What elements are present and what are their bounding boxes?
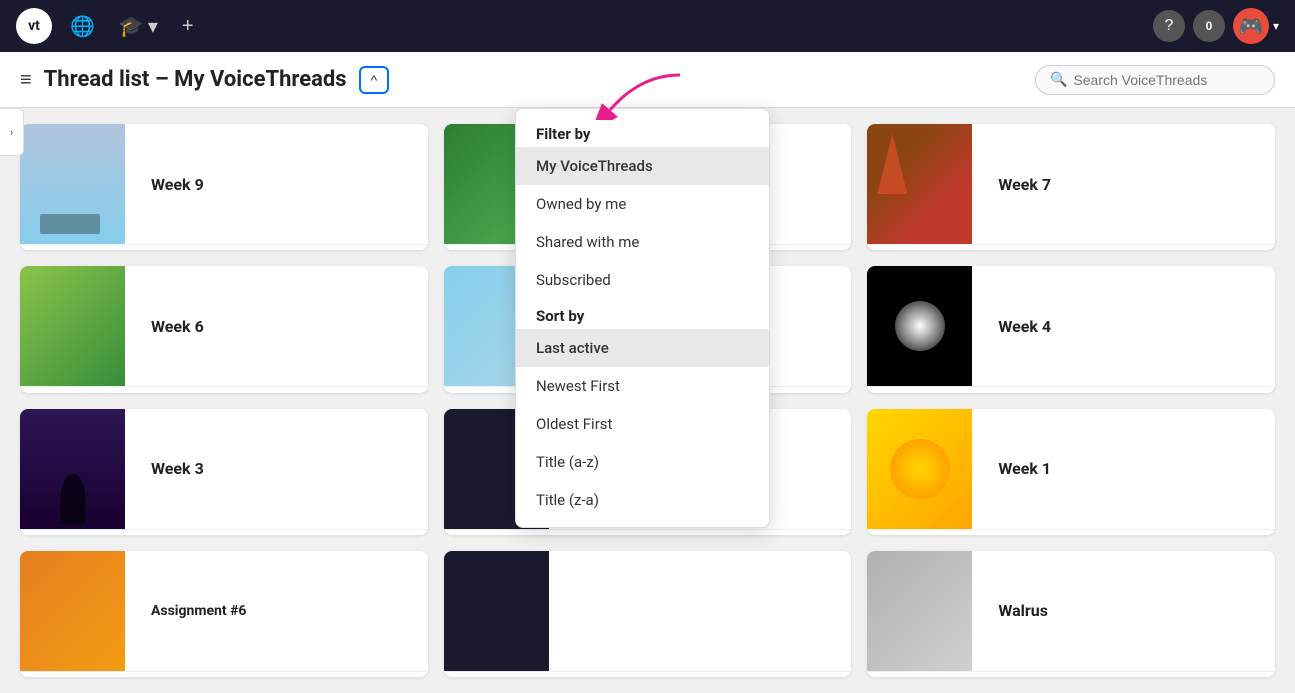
search-icon: 🔍 bbox=[1050, 72, 1067, 88]
dropdown-item-last-active[interactable]: Last active bbox=[516, 329, 769, 367]
dropdown-item-owned-by-me[interactable]: Owned by me bbox=[516, 185, 769, 223]
avatar-chevron-icon: ▾ bbox=[1273, 19, 1279, 33]
thread-card-assignment6: Assignment #6 Sadie Anderson ⋮ bbox=[20, 551, 428, 677]
dropdown-item-shared-with-me[interactable]: Shared with me bbox=[516, 223, 769, 261]
search-input[interactable] bbox=[1073, 72, 1260, 88]
globe-button[interactable]: 🌐 bbox=[64, 10, 101, 43]
app-logo[interactable]: vt bbox=[16, 8, 52, 44]
thread-card-week3: Week 3 Mario Jul 24, 2023 ⋮ bbox=[20, 409, 428, 535]
card-thumbnail bbox=[20, 124, 125, 244]
card-title: Week 6 bbox=[139, 309, 414, 344]
card-title: Week 7 bbox=[986, 167, 1261, 202]
dropdown-item-title-za[interactable]: Title (z-a) bbox=[516, 481, 769, 519]
user-avatar-button[interactable]: 🎮 ▾ bbox=[1233, 8, 1279, 44]
dropdown-item-newest-first[interactable]: Newest First bbox=[516, 367, 769, 405]
card-footer: Po... ⋮ bbox=[444, 671, 852, 677]
card-title: Week 4 bbox=[986, 309, 1261, 344]
help-button[interactable]: ? bbox=[1153, 10, 1185, 42]
avatar-image: 🎮 bbox=[1233, 8, 1269, 44]
thread-card-week7: Week 7 Mario Jul 24, 2023 ⋮ bbox=[867, 124, 1275, 250]
dropdown-item-title-az[interactable]: Title (a-z) bbox=[516, 443, 769, 481]
card-title: Week 9 bbox=[139, 167, 414, 202]
card-title: Assignment #6 bbox=[139, 595, 414, 627]
card-footer: Mario Jul 24, 2023 ⋮ bbox=[867, 244, 1275, 250]
notifications-button[interactable]: 0 bbox=[1193, 10, 1225, 42]
thread-card-walrus: Walrus Po... ⋮ bbox=[867, 551, 1275, 677]
search-box: 🔍 bbox=[1035, 65, 1275, 95]
learn-button[interactable]: 🎓 ▾ bbox=[113, 10, 164, 43]
filter-toggle-button[interactable]: ^ bbox=[359, 66, 390, 94]
sort-by-label: Sort by bbox=[516, 299, 769, 329]
sidebar-toggle-button[interactable]: › bbox=[0, 108, 24, 156]
header-bar: ≡ Thread list – My VoiceThreads ^ 🔍 bbox=[0, 52, 1295, 108]
top-navigation: vt 🌐 🎓 ▾ + ? 0 🎮 ▾ bbox=[0, 0, 1295, 52]
thread-list-icon: ≡ bbox=[20, 67, 32, 92]
nav-right-section: ? 0 🎮 ▾ bbox=[1153, 8, 1279, 44]
page-title: Thread list – My VoiceThreads bbox=[44, 67, 347, 92]
thread-card-week4: Week 4 Mario Jul 24, 2023 ⋮ bbox=[867, 266, 1275, 392]
card-title: Week 1 bbox=[986, 451, 1261, 486]
filter-by-label: Filter by bbox=[516, 117, 769, 147]
card-footer: Mario Jul 24, 2023 ⋮ bbox=[20, 529, 428, 535]
card-footer: Mario Jul 24, 2023 ⋮ bbox=[867, 386, 1275, 392]
thread-card-week1: Week 1 Mario Jul 24, 2023 ⋮ bbox=[867, 409, 1275, 535]
filter-sort-dropdown: Filter by My VoiceThreads Owned by me Sh… bbox=[515, 108, 770, 528]
learn-chevron: ▾ bbox=[148, 14, 158, 39]
thread-card-week9: Week 9 Mario Jul 24, 2023 ⋮ bbox=[20, 124, 428, 250]
thread-card-middle-4: Po... ⋮ bbox=[444, 551, 852, 677]
card-footer: Po... ⋮ bbox=[867, 671, 1275, 677]
card-title: Week 3 bbox=[139, 451, 414, 486]
card-footer: Sadie Anderson ⋮ bbox=[20, 671, 428, 677]
card-footer: Mario Jul 24, 2023 ⋮ bbox=[20, 244, 428, 250]
thread-card-week6: Week 6 Mario Jul 24, 2023 ⋮ bbox=[20, 266, 428, 392]
add-button[interactable]: + bbox=[176, 11, 200, 42]
dropdown-item-subscribed[interactable]: Subscribed bbox=[516, 261, 769, 299]
learn-icon: 🎓 bbox=[119, 14, 144, 39]
card-footer: Mario Jul 24, 2023 ⋮ bbox=[867, 529, 1275, 535]
card-title bbox=[563, 603, 838, 619]
card-footer: Ma... Jul... ⋮ bbox=[444, 529, 852, 535]
dropdown-item-my-voicethreads[interactable]: My VoiceThreads bbox=[516, 147, 769, 185]
card-footer: Mario Jul 24, 2023 ⋮ bbox=[20, 386, 428, 392]
card-title: Walrus bbox=[986, 593, 1261, 628]
dropdown-item-oldest-first[interactable]: Oldest First bbox=[516, 405, 769, 443]
